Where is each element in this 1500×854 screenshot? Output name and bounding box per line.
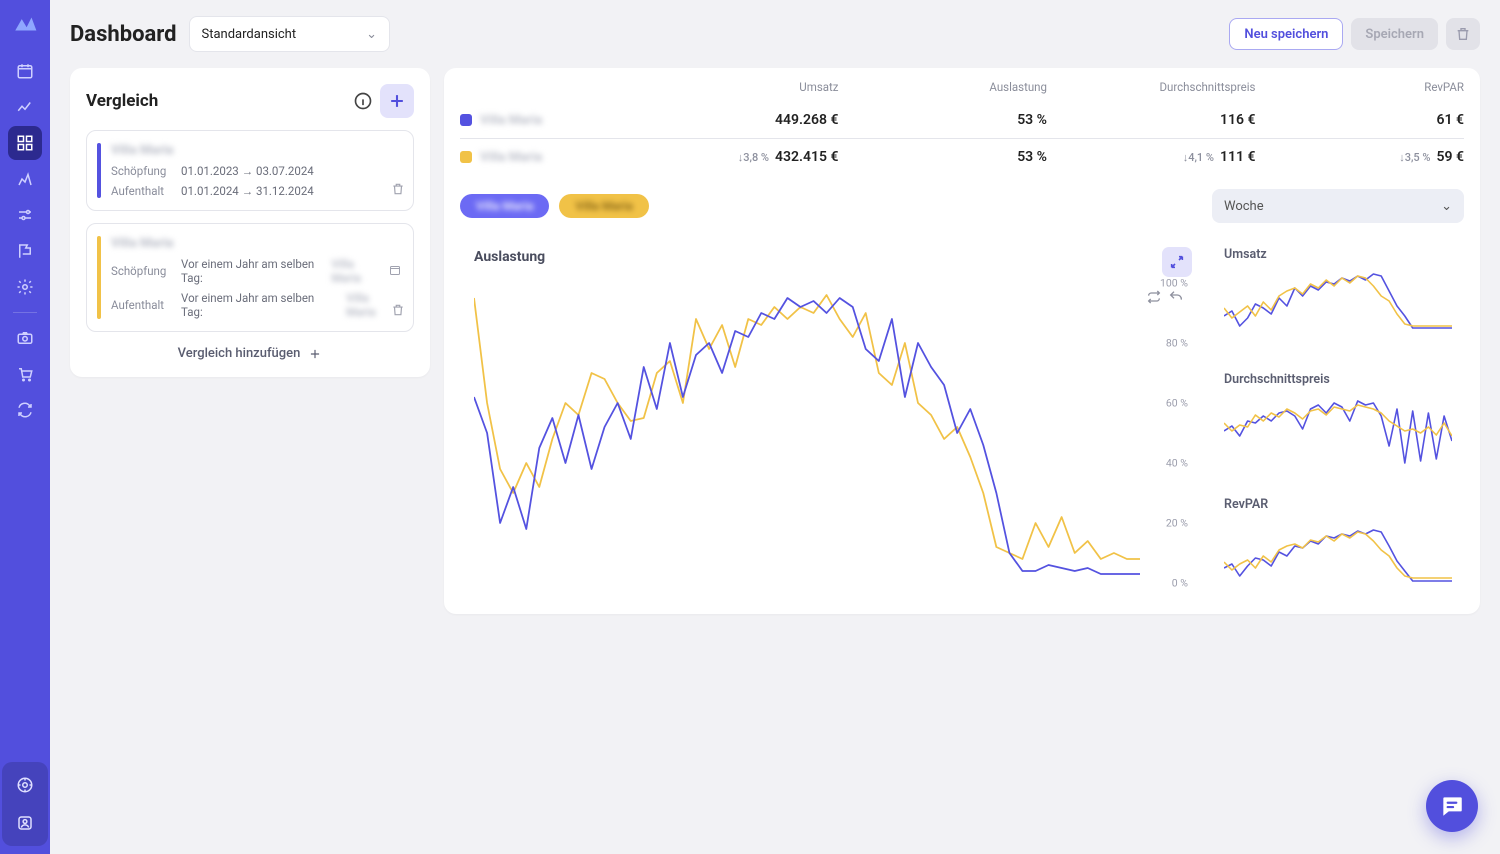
chat-bubble-button[interactable] (1426, 780, 1478, 832)
header-adr: Durchschnittspreis (1047, 80, 1256, 94)
main-chart: Auslastung 0 %20 %40 %60 %80 %100 % (460, 237, 1202, 602)
period-label: Woche (1224, 199, 1264, 214)
summary-row: Villa Maria 3,8 % 432.415 € 53 % 4,1 % 111… (460, 138, 1464, 175)
mini-chart-svg (1224, 391, 1452, 471)
mini-title: Durchschnittspreis (1224, 372, 1452, 387)
nav-settings[interactable] (8, 270, 42, 304)
nav-help[interactable] (8, 768, 42, 802)
view-select[interactable]: Standardansicht ⌄ (189, 16, 391, 52)
summary-panel: Umsatz Auslastung Durchschnittspreis Rev… (444, 68, 1480, 614)
add-compare-button[interactable] (380, 84, 414, 118)
nav-analytics[interactable] (8, 90, 42, 124)
mini-chart-svg (1224, 516, 1452, 596)
nav-sliders[interactable] (8, 198, 42, 232)
nav-reports[interactable] (8, 162, 42, 196)
plus-icon (308, 347, 322, 361)
add-compare-link[interactable]: Vergleich hinzufügen (86, 346, 414, 361)
creation-value: 01.01.2023 → 03.07.2024 (181, 164, 314, 178)
adr-value: 116 € (1047, 112, 1256, 128)
filter-pill-blue[interactable]: Villa Maria (460, 194, 549, 218)
nav-flag[interactable] (8, 234, 42, 268)
summary-row: Villa Maria 449.268 € 53 % 116 € 61 € (460, 102, 1464, 138)
adr-delta: 4,1 % (1183, 151, 1214, 164)
revpar-value: 59 € (1437, 149, 1464, 165)
mini-title: Umsatz (1224, 247, 1452, 262)
row-name: Villa Maria (480, 150, 542, 165)
color-swatch-yellow (460, 151, 472, 163)
stay-label: Aufenthalt (111, 184, 173, 198)
info-button[interactable] (346, 84, 380, 118)
chevron-down-icon: ⌄ (366, 27, 377, 42)
header-revpar: RevPAR (1256, 80, 1465, 94)
revpar-delta: 3,5 % (1399, 151, 1430, 164)
umsatz-delta: 3,8 % (738, 151, 769, 164)
umsatz-value: 449.268 € (630, 112, 839, 128)
creation-label: Schöpfung (111, 264, 173, 278)
stay-value: 01.01.2024 → 31.12.2024 (181, 184, 314, 198)
umsatz-value: 432.415 € (775, 149, 838, 165)
nav-camera[interactable] (8, 321, 42, 355)
adr-value: 111 € (1220, 149, 1255, 165)
compare-card-2: Villa Maria Schöpfung Vor einem Jahr am … (86, 223, 414, 332)
summary-header: Umsatz Auslastung Durchschnittspreis Rev… (460, 68, 1464, 102)
delete-card-button[interactable] (391, 303, 405, 321)
header-umsatz: Umsatz (630, 80, 839, 94)
save-button[interactable]: Speichern (1351, 18, 1438, 50)
period-select[interactable]: Woche ⌄ (1212, 189, 1464, 223)
nav-cart[interactable] (8, 357, 42, 391)
auslastung-value: 53 % (839, 149, 1048, 165)
app-logo (9, 8, 41, 40)
color-indicator-blue (97, 143, 101, 198)
compare-card-name: Villa Maria (111, 236, 401, 251)
revpar-value: 61 € (1256, 112, 1465, 128)
mini-chart-umsatz[interactable]: Umsatz (1212, 237, 1464, 352)
color-swatch-blue (460, 114, 472, 126)
filter-pill-yellow[interactable]: Villa Maria (559, 194, 648, 218)
chevron-down-icon: ⌄ (1441, 199, 1452, 214)
calendar-icon (389, 264, 401, 279)
main-chart-title: Auslastung (474, 249, 1188, 265)
sidebar (0, 0, 50, 854)
stay-prefix: Vor einem Jahr am selben Tag: (181, 291, 338, 319)
creation-prefix: Vor einem Jahr am selben Tag: (181, 257, 323, 285)
nav-sync[interactable] (8, 393, 42, 427)
compare-panel: Vergleich Villa Maria Schöpfung (70, 68, 430, 377)
nav-profile[interactable] (8, 806, 42, 840)
save-new-button[interactable]: Neu speichern (1229, 18, 1343, 50)
stay-label: Aufenthalt (111, 298, 173, 312)
mini-chart-adr[interactable]: Durchschnittspreis (1212, 362, 1464, 477)
delete-button[interactable] (1446, 18, 1480, 50)
row-name: Villa Maria (480, 113, 542, 128)
view-select-label: Standardansicht (202, 27, 297, 42)
add-compare-label: Vergleich hinzufügen (178, 346, 301, 361)
compare-card-1: Villa Maria Schöpfung 01.01.2023 → 03.07… (86, 130, 414, 211)
creation-label: Schöpfung (111, 164, 173, 178)
main-chart-svg (474, 283, 1140, 583)
delete-card-button[interactable] (391, 182, 405, 200)
auslastung-value: 53 % (839, 112, 1048, 128)
color-indicator-yellow (97, 236, 101, 319)
mini-chart-revpar[interactable]: RevPAR (1212, 487, 1464, 602)
creation-ref: Villa Maria (331, 257, 381, 285)
mini-title: RevPAR (1224, 497, 1452, 512)
nav-calendar[interactable] (8, 54, 42, 88)
mini-chart-svg (1224, 266, 1452, 346)
page-title: Dashboard (70, 22, 177, 47)
compare-title: Vergleich (86, 91, 158, 111)
filter-bar: Villa Maria Villa Maria Woche ⌄ (460, 175, 1464, 237)
nav-dashboard[interactable] (8, 126, 42, 160)
header-auslastung: Auslastung (839, 80, 1048, 94)
topbar: Dashboard Standardansicht ⌄ Neu speicher… (70, 16, 1480, 52)
expand-chart-button[interactable] (1162, 247, 1192, 277)
y-axis-labels: 0 %20 %40 %60 %80 %100 % (1144, 283, 1188, 583)
compare-card-name: Villa Maria (111, 143, 401, 158)
